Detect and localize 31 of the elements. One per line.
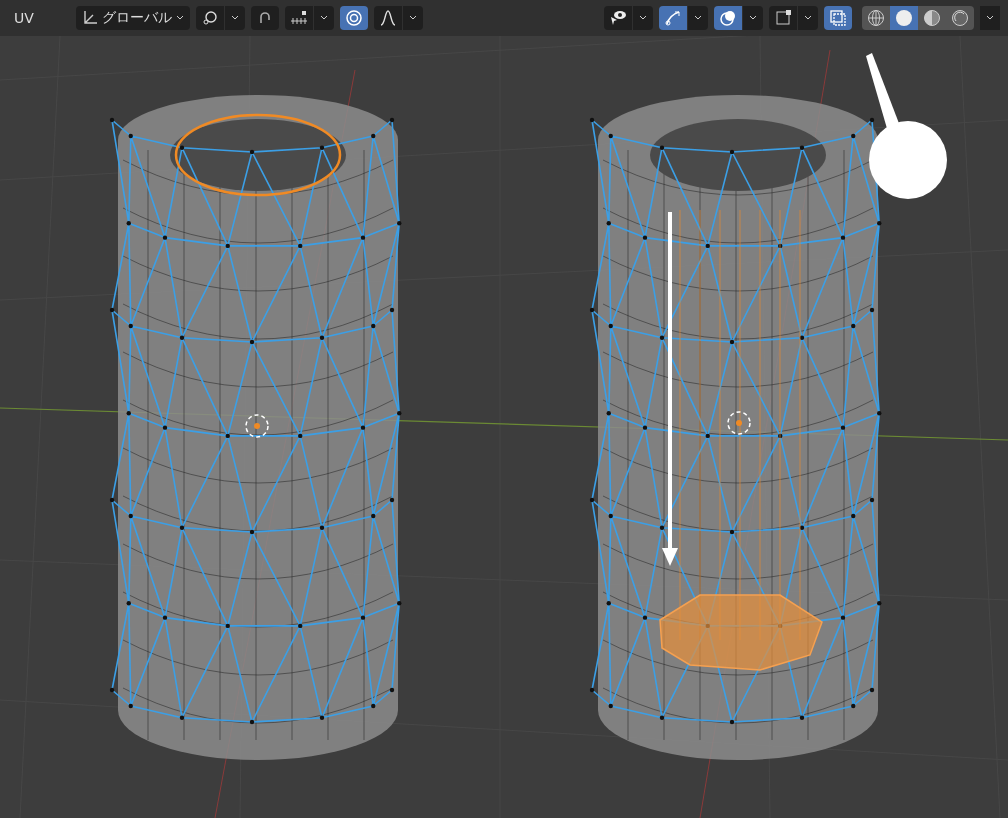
ruler-icon [289,9,308,27]
concentric-circles-icon [344,9,363,27]
linked-circles-icon [200,9,219,27]
3d-viewport[interactable] [0,36,1008,818]
3d-cursor-icon [727,411,751,435]
wireframe-shading-button[interactable] [862,6,890,30]
arc-arrow-icon [664,9,682,27]
visibility-toggle[interactable] [604,6,632,30]
wireframe-sphere-icon [867,9,885,27]
gizmo-toggle[interactable] [659,6,687,30]
3d-cursor-icon [245,414,269,438]
pivot-toggle[interactable] [195,6,224,30]
overlapping-circles-icon [719,9,737,27]
orientation-dropdown[interactable]: グローバル [75,6,190,30]
falloff-toggle[interactable] [373,6,402,30]
xray-toggle[interactable] [824,6,852,30]
solid-circle-icon [895,9,913,27]
rendered-sphere-icon [951,9,969,27]
solid-shading-button[interactable] [890,6,918,30]
uv-menu[interactable]: UV [8,10,70,26]
square-vertices-icon [774,9,792,27]
rendered-shading-button[interactable] [946,6,974,30]
half-shaded-sphere-icon [923,9,941,27]
increment-toggle[interactable] [284,6,313,30]
snap-toggle[interactable] [250,6,279,30]
material-shading-button[interactable] [918,6,946,30]
proportional-toggle[interactable] [339,6,368,30]
mesh-overlay-toggle[interactable] [769,6,797,30]
curve-icon [378,9,397,27]
overlay-toggle[interactable] [714,6,742,30]
overlapping-squares-icon [829,9,847,27]
